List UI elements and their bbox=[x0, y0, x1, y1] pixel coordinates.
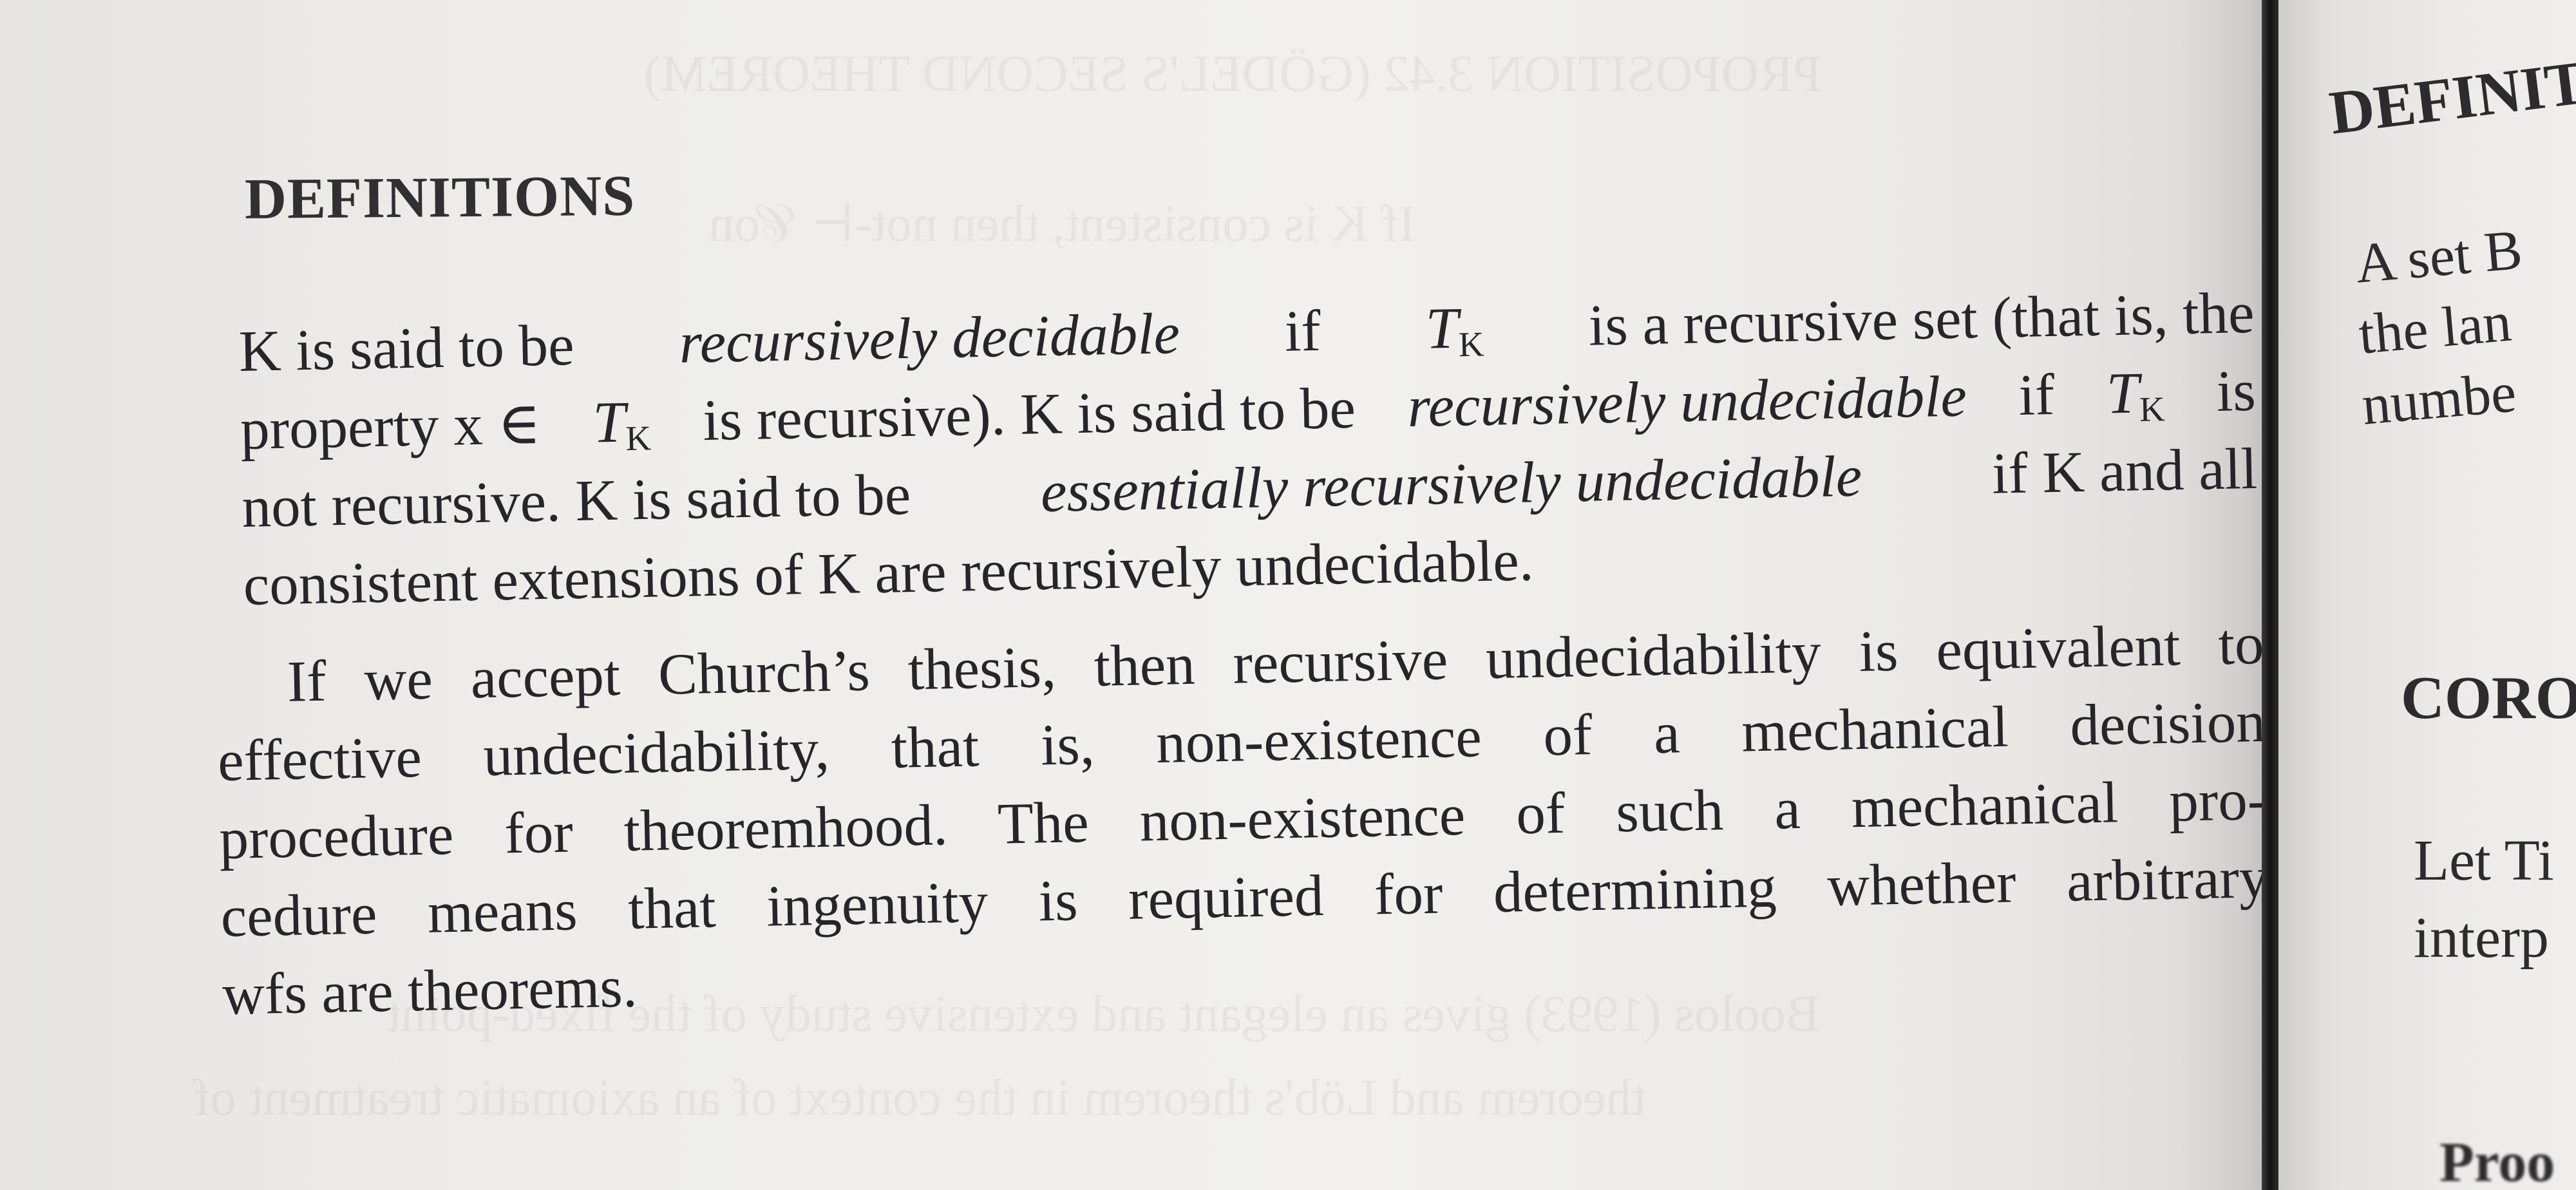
right-page-line: Let Ti bbox=[2414, 829, 2554, 892]
section-heading: DEFINITIONS bbox=[244, 164, 636, 231]
right-page-line: A set B bbox=[2353, 218, 2525, 296]
paragraph-churchs-thesis: If we accept Church’s thesis, then recur… bbox=[216, 614, 2271, 1043]
paragraph-definitions: K is said to be recursively decidable if… bbox=[238, 283, 2260, 634]
right-page-line: numbe bbox=[2359, 361, 2519, 437]
right-page-line: the lan bbox=[2356, 290, 2514, 366]
right-page-proof-label: Proo bbox=[2439, 1131, 2555, 1190]
right-page-heading: DEFINIT bbox=[2325, 47, 2576, 147]
right-page-corollary-heading: CORO bbox=[2401, 665, 2576, 732]
book-spine bbox=[2262, 0, 2278, 1190]
right-page-line: interp bbox=[2414, 906, 2549, 970]
right-book-page: DEFINIT A set B the lan numbe CORO Let T… bbox=[2278, 0, 2576, 1190]
